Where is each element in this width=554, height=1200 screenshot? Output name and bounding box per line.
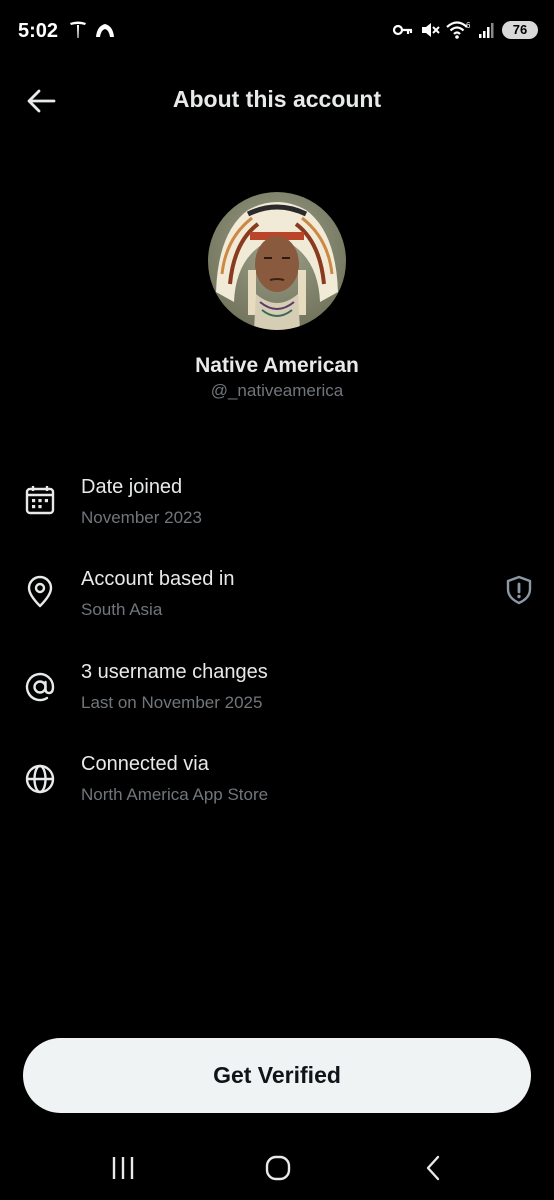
status-left-icons [68, 20, 116, 40]
display-name: Native American [195, 354, 359, 377]
back-icon[interactable] [408, 1148, 458, 1188]
wifi-label: 6 [466, 21, 471, 30]
home-icon[interactable] [253, 1148, 303, 1188]
page-title: About this account [172, 86, 382, 112]
recents-icon[interactable] [98, 1148, 148, 1188]
location-pin-icon [27, 575, 53, 608]
status-bar: 5:02 6 76 [0, 0, 554, 64]
cloud-icon [96, 24, 114, 37]
get-verified-button[interactable]: Get Verified [23, 1038, 531, 1113]
globe-icon [25, 764, 55, 794]
calendar-icon [25, 486, 55, 515]
signal-icon [479, 23, 494, 38]
row-connected-via: Connected via North America App Store [0, 749, 554, 821]
row-subtitle: South Asia [81, 600, 163, 619]
row-title: 3 username changes [81, 661, 268, 683]
avatar[interactable] [208, 192, 346, 330]
status-right-icons: 6 76 [392, 20, 538, 40]
row-username-changes: 3 username changes Last on November 2025 [0, 657, 554, 729]
row-subtitle: Last on November 2025 [81, 693, 263, 712]
row-date-joined: Date joined November 2023 [0, 472, 554, 544]
shield-alert-icon[interactable] [503, 574, 535, 606]
header: About this account [0, 70, 554, 130]
battery-icon: 76 [502, 21, 538, 39]
nav-bar [0, 1140, 554, 1200]
row-title: Date joined [81, 476, 183, 498]
row-subtitle: North America App Store [81, 785, 269, 804]
key-icon [392, 24, 413, 36]
status-time: 5:02 [18, 20, 59, 42]
tesla-icon [70, 21, 86, 38]
at-sign-icon [25, 672, 55, 702]
row-subtitle: November 2023 [81, 508, 202, 527]
mute-icon [422, 23, 440, 37]
row-title: Account based in [81, 568, 235, 590]
wifi-icon: 6 [446, 21, 471, 39]
row-title: Connected via [81, 753, 209, 775]
handle: @_nativeamerica [210, 381, 344, 400]
row-account-based-in: Account based in South Asia [0, 564, 554, 636]
